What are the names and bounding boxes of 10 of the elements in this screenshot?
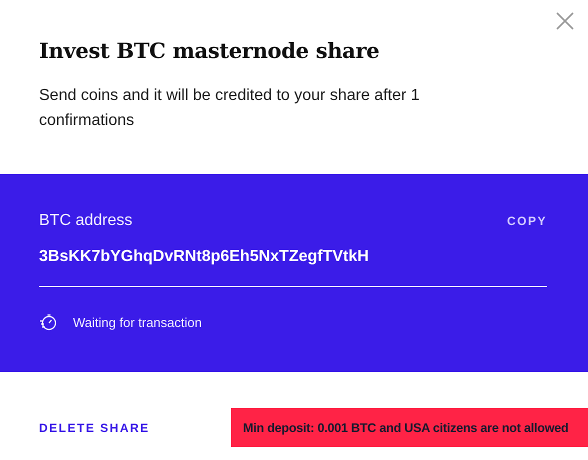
- close-icon[interactable]: [556, 12, 574, 30]
- status-text: Waiting for transaction: [73, 314, 202, 330]
- stopwatch-icon: [39, 313, 57, 331]
- delete-share-button[interactable]: DELETE SHARE: [39, 420, 150, 434]
- notice-banner: Min deposit: 0.001 BTC and USA citizens are not allowed: [231, 408, 588, 447]
- dialog-description: Send coins and it will be credited to your share after 1 confirmations: [39, 86, 421, 131]
- field-label: BTC address: [39, 212, 132, 230]
- address-text: 3BsKK7bYGhqDvRNt8p6Eh5NxTZegfTVtkH: [39, 248, 547, 287]
- dialog-title: Invest BTC masternode share: [39, 38, 380, 63]
- copy-button[interactable]: COPY: [506, 214, 547, 228]
